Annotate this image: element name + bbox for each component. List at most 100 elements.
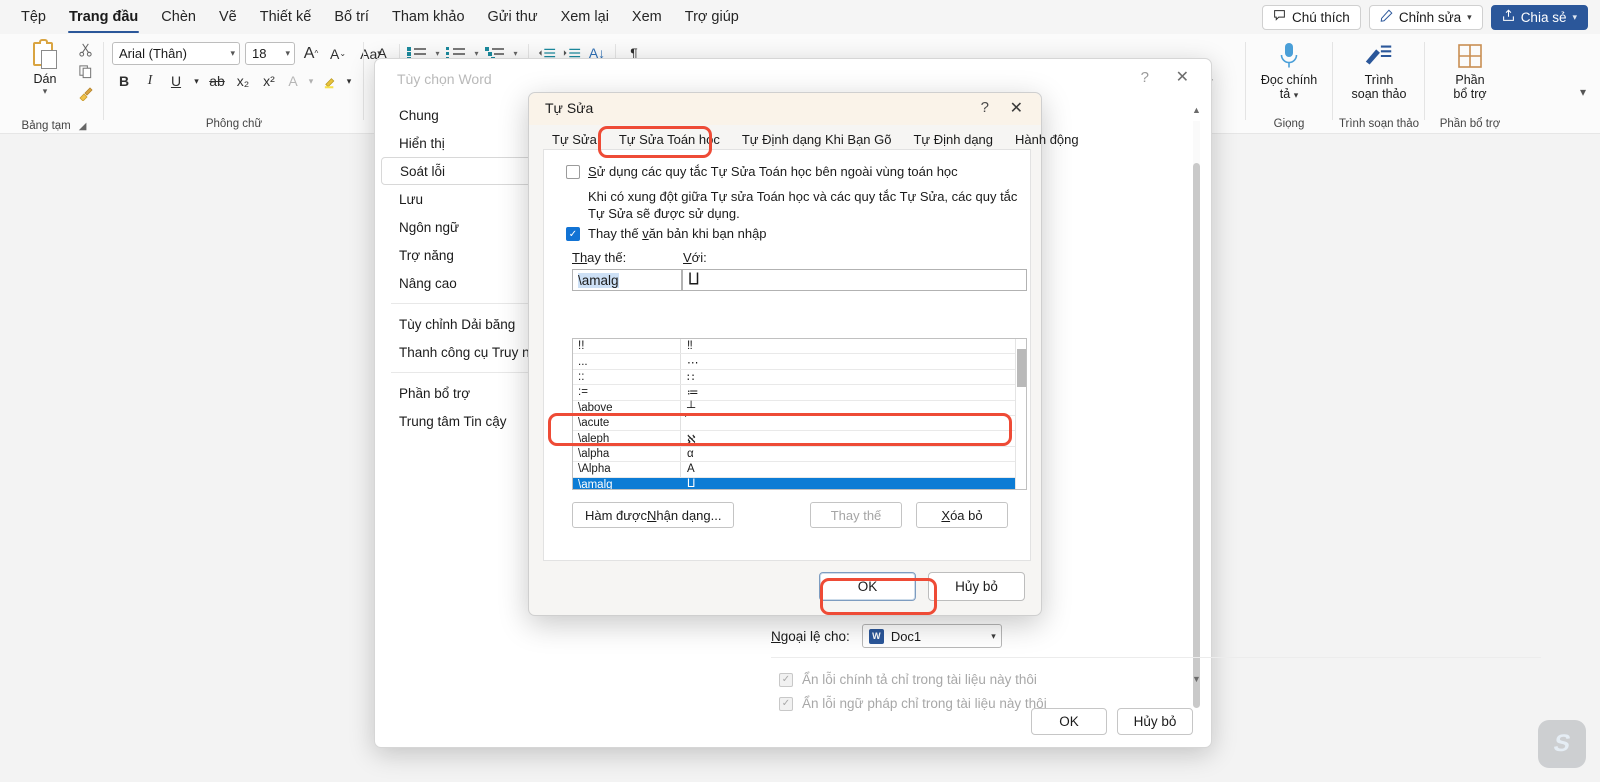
list-item[interactable]: \above ┴: [573, 400, 1026, 416]
strikethrough-button[interactable]: ab: [205, 70, 229, 92]
autocorrect-ok-button[interactable]: OK: [819, 572, 916, 601]
subscript-button[interactable]: x₂: [231, 70, 255, 92]
collapse-ribbon-icon[interactable]: ▾: [1580, 85, 1586, 99]
clipboard-mini-actions: [70, 38, 100, 104]
paste-button[interactable]: Dán ▾: [20, 39, 70, 97]
dictate-button[interactable]: Đọc chính tả ▾: [1245, 39, 1333, 102]
cut-button[interactable]: [70, 38, 100, 60]
help-icon[interactable]: ?: [981, 99, 989, 116]
ribbon-tab-bo-tri[interactable]: Bố trí: [323, 5, 380, 29]
close-icon[interactable]: ✕: [1176, 67, 1189, 87]
chevron-down-icon[interactable]: ▾: [20, 86, 70, 97]
replace-text-as-you-type-checkbox[interactable]: ✓ Thay thế văn bản khi bạn nhậpThay thế …: [566, 226, 996, 241]
word-options-title: Tùy chọn Word: [397, 71, 492, 87]
font-size-combo[interactable]: 18 ▾: [245, 42, 295, 65]
comments-button[interactable]: Chú thích: [1262, 4, 1361, 30]
word-options-footer: OK Hủy bỏ: [1031, 708, 1193, 735]
list-item[interactable]: \Alpha Α: [573, 462, 1026, 478]
format-painter-button[interactable]: [70, 82, 100, 104]
list-scrollbar[interactable]: [1015, 339, 1026, 489]
ribbon-tab-gui-thu[interactable]: Gửi thư: [477, 5, 549, 29]
replace-input-value: \amalg: [578, 272, 619, 288]
scroll-up-icon[interactable]: ▲: [1190, 105, 1203, 118]
scrollbar-thumb[interactable]: [1017, 349, 1026, 387]
list-item[interactable]: \aleph ℵ: [573, 431, 1026, 447]
editor-label-line2: soạn thảo: [1351, 87, 1407, 101]
ribbon-tab-xem[interactable]: Xem: [621, 5, 673, 29]
chevron-down-icon: ▾: [1293, 90, 1299, 100]
use-math-rules-outside-label: SSử dụng các quy tắc Tự Sửa Toán học bên…: [588, 164, 958, 179]
editor-button[interactable]: Trình soạn thảo: [1333, 39, 1425, 101]
editing-mode-button[interactable]: Chỉnh sửa ▾: [1368, 4, 1483, 30]
ribbon-tab-ve[interactable]: Vẽ: [208, 5, 248, 29]
hide-spelling-errors-checkbox[interactable]: ✓ Ẩn lỗi chính tả chỉ trong tài liệu này…: [779, 672, 1037, 687]
autocorrect-cancel-button[interactable]: Hủy bỏ: [928, 572, 1025, 601]
comment-icon: [1273, 9, 1286, 25]
grow-font-button[interactable]: A ^: [300, 43, 322, 65]
chevron-down-icon[interactable]: ▾: [343, 70, 355, 92]
checkbox-icon: ✓: [779, 672, 793, 687]
close-icon[interactable]: ✕: [1010, 98, 1023, 118]
recognized-functions-button[interactable]: Hàm được Nhận dạng...Hàm được Nhận dạng.…: [572, 502, 735, 528]
underline-button[interactable]: U: [164, 70, 188, 92]
list-item[interactable]: :: ∷: [573, 369, 1026, 386]
italic-button[interactable]: I: [138, 70, 162, 92]
list-item-replace: ...: [573, 354, 681, 369]
scroll-down-icon[interactable]: ▼: [1190, 674, 1203, 687]
ribbon-tab-xem-lai[interactable]: Xem lại: [550, 5, 620, 29]
with-input[interactable]: ⨿: [682, 269, 1027, 291]
autocorrect-math-panel: SSử dụng các quy tắc Tự Sửa Toán học bên…: [543, 149, 1031, 561]
ribbon-tab-trang-dau[interactable]: Trang đầu: [58, 5, 149, 33]
highlight-icon[interactable]: [319, 70, 341, 92]
scrollbar-thumb[interactable]: [1193, 163, 1200, 708]
chevron-down-icon[interactable]: ▾: [305, 70, 317, 92]
list-item[interactable]: \acuté: [573, 415, 1026, 432]
tab-hanh-dong[interactable]: Hành động: [1006, 129, 1088, 150]
copy-button[interactable]: [70, 60, 100, 82]
word-options-cancel-button[interactable]: Hủy bỏ: [1117, 708, 1193, 735]
voice-group-label: Giọng: [1273, 118, 1305, 130]
math-autocorrect-list[interactable]: !! ‼ ... ⋯ ::∷ := ≔ \above ┴ \acuté \aleph ℵ…: [572, 338, 1027, 490]
tab-tu-sua[interactable]: Tự Sửa: [543, 129, 606, 150]
list-item[interactable]: ... ⋯: [573, 354, 1026, 370]
list-item-selected[interactable]: \amalg ⨿: [573, 477, 1026, 489]
exceptions-value: Doc1: [890, 628, 922, 644]
font-name-combo[interactable]: Arial (Thân) ▾: [112, 42, 240, 65]
chevron-down-icon[interactable]: ▾: [190, 70, 203, 92]
dialog-launcher-icon[interactable]: ◢: [79, 121, 87, 132]
hide-grammar-errors-checkbox[interactable]: ✓ Ẩn lỗi ngữ pháp chỉ trong tài liệu này…: [779, 696, 1047, 711]
help-icon[interactable]: ?: [1141, 69, 1149, 86]
list-item-replace: \amalg: [573, 477, 681, 489]
word-options-ok-button[interactable]: OK: [1031, 708, 1107, 735]
font-row-bottom: B I U ▾ ab x₂ x² A ▾ ▾: [112, 70, 355, 92]
list-item-replace: \alpha: [573, 446, 681, 462]
ribbon-tab-tro-giup[interactable]: Trợ giúp: [674, 5, 750, 29]
list-item-with: ℵ: [687, 433, 696, 446]
share-button[interactable]: Chia sẻ ▾: [1490, 4, 1588, 30]
word-options-scrollbar[interactable]: ▲ ▼: [1190, 105, 1203, 708]
tab-tu-sua-toan-hoc[interactable]: Tự Sửa Toán học: [609, 128, 729, 150]
exceptions-combo[interactable]: W Doc1 ▾: [861, 624, 1002, 648]
share-icon: [1502, 9, 1515, 25]
addins-button[interactable]: Phần bổ trợ: [1425, 39, 1515, 101]
tab-tu-dinh-dang[interactable]: Tự Định dạng: [904, 129, 1002, 150]
replace-button[interactable]: Thay thế: [810, 502, 902, 528]
ribbon-tab-tep[interactable]: Tệp: [10, 5, 57, 29]
list-item[interactable]: !! ‼: [573, 339, 1026, 355]
list-item[interactable]: := ≔: [573, 385, 1026, 401]
replace-input[interactable]: \amalg: [572, 269, 682, 291]
use-math-rules-outside-checkbox[interactable]: SSử dụng các quy tắc Tự Sửa Toán học bên…: [566, 164, 996, 179]
superscript-button[interactable]: x²: [257, 70, 281, 92]
shrink-font-button[interactable]: A ⌄: [327, 43, 349, 65]
with-column-header: Với:Với:: [683, 250, 707, 265]
editing-mode-label: Chỉnh sửa: [1398, 9, 1462, 25]
ribbon-tab-tham-khao[interactable]: Tham khảo: [381, 5, 476, 29]
bold-button[interactable]: B: [112, 70, 136, 92]
delete-button[interactable]: Xóa bỏXóa bỏ: [916, 502, 1008, 528]
ribbon-tab-chen[interactable]: Chèn: [150, 5, 207, 29]
list-item[interactable]: \alpha α: [573, 446, 1026, 463]
autocorrect-title: Tự Sửa: [545, 100, 594, 116]
ribbon-tab-thiet-ke[interactable]: Thiết kế: [249, 5, 323, 29]
text-effects-icon[interactable]: A: [283, 70, 303, 92]
tab-tu-dinh-dang-khi-ban-go[interactable]: Tự Định dạng Khi Bạn Gõ: [733, 129, 901, 150]
